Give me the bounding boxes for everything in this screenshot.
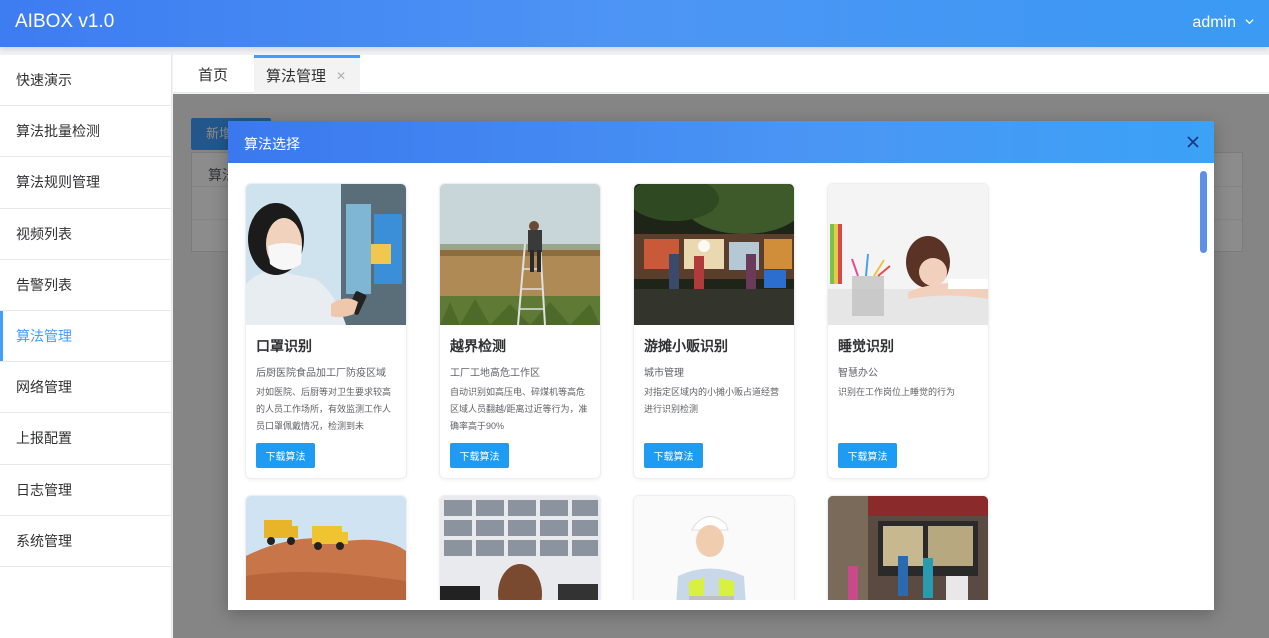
card-description: 识别在工作岗位上睡觉的行为 — [838, 387, 956, 397]
dump-trucks-on-dirt-image — [246, 496, 406, 600]
tab-algorithm-management[interactable]: 算法管理 ✕ — [254, 55, 361, 93]
tab-bar: 首页 算法管理 ✕ — [173, 55, 1269, 93]
algorithm-card-boundary: 越界检测 工厂工地高危工作区 自动识别如高压电、碎煤机等高危区域人员翻越/距离过… — [439, 183, 601, 479]
download-algorithm-button[interactable]: 下载算法 — [450, 443, 509, 468]
card-title: 游摊小贩识别 — [644, 338, 728, 354]
sidebar-item-report-config[interactable]: 上报配置 — [0, 413, 171, 465]
street-shop-scene-image — [828, 496, 988, 600]
algorithm-card — [439, 495, 601, 600]
card-description: 对如医院、后厨等对卫生要求较高的人员工作场所，有效监测工作人员口罩佩戴情况，检测… — [256, 387, 392, 431]
algorithm-card — [633, 495, 795, 600]
card-description: 对指定区域内的小摊小贩占道经营进行识别检测 — [644, 387, 780, 414]
close-icon[interactable]: ✕ — [336, 69, 346, 83]
dialog-title: 算法选择 — [244, 136, 300, 152]
card-title: 口罩识别 — [256, 338, 312, 354]
sidebar-item-label: 算法管理 — [16, 328, 72, 345]
algorithm-card-sleeping: 睡觉识别 智慧办公 识别在工作岗位上睡觉的行为 下载算法 — [827, 183, 989, 479]
chevron-down-icon — [1244, 14, 1255, 32]
algorithm-select-dialog: 算法选择 口罩识别 后厨医院食品加工厂防疫区域 对如医院、后厨等对卫生要求较高的… — [228, 121, 1214, 610]
tab-home[interactable]: 首页 — [198, 55, 228, 93]
card-title: 越界检测 — [450, 338, 506, 354]
sidebar-item-label: 视频列表 — [16, 225, 72, 242]
sidebar-item-quick-demo[interactable]: 快速演示 — [0, 55, 171, 107]
algorithm-card — [245, 495, 407, 600]
man-climbing-wall-image — [440, 184, 600, 325]
sidebar-item-label: 网络管理 — [16, 379, 72, 396]
algorithm-card — [827, 495, 989, 600]
card-title: 睡觉识别 — [838, 338, 894, 354]
card-subtitle: 工厂工地高危工作区 — [450, 368, 540, 379]
worker-in-hardhat-vest-image — [634, 496, 794, 600]
top-bar: AIBOX v1.0 admin — [0, 0, 1269, 47]
sidebar-item-algorithm-management[interactable]: 算法管理 — [0, 310, 171, 363]
sidebar-item-system-management[interactable]: 系统管理 — [0, 516, 171, 567]
algorithm-card-street-vendor: 游摊小贩识别 城市管理 对指定区域内的小摊小贩占道经营进行识别检测 下载算法 — [633, 183, 795, 479]
sidebar-item-label: 算法规则管理 — [16, 174, 100, 191]
sidebar-item-video-list[interactable]: 视频列表 — [0, 209, 171, 260]
user-name: admin — [1192, 14, 1236, 31]
algorithm-card-mask: 口罩识别 后厨医院食品加工厂防疫区域 对如医院、后厨等对卫生要求较高的人员工作场… — [245, 183, 407, 479]
sidebar-item-label: 上报配置 — [16, 430, 72, 447]
sidebar-item-log-management[interactable]: 日志管理 — [0, 465, 171, 516]
sidebar-item-rule-management[interactable]: 算法规则管理 — [0, 157, 171, 209]
dialog-body: 口罩识别 后厨医院食品加工厂防疫区域 对如医院、后厨等对卫生要求较高的人员工作场… — [228, 163, 1214, 600]
sidebar-item-batch-detection[interactable]: 算法批量检测 — [0, 106, 171, 158]
sidebar-item-label: 快速演示 — [16, 72, 72, 89]
dialog-footer — [228, 600, 1214, 610]
scrollbar-thumb[interactable] — [1200, 171, 1207, 253]
woman-sleeping-at-desk-image — [828, 184, 988, 325]
tab-label: 算法管理 — [266, 68, 327, 85]
sidebar-item-label: 日志管理 — [16, 481, 72, 498]
card-subtitle: 智慧办公 — [838, 368, 878, 379]
card-subtitle: 城市管理 — [644, 368, 684, 379]
download-algorithm-button[interactable]: 下载算法 — [256, 443, 315, 468]
sidebar-item-alarm-list[interactable]: 告警列表 — [0, 260, 171, 311]
card-subtitle: 后厨医院食品加工厂防疫区域 — [256, 368, 386, 379]
card-description: 自动识别如高压电、碎煤机等高危区域人员翻越/距离过近等行为，准确率高于90% — [450, 387, 588, 431]
sidebar: 快速演示 算法批量检测 算法规则管理 视频列表 告警列表 算法管理 网络管理 上… — [0, 55, 172, 638]
dialog-header: 算法选择 — [228, 121, 1214, 163]
sidebar-item-label: 系统管理 — [16, 532, 72, 549]
monitoring-room-screens-image — [440, 496, 600, 600]
user-menu[interactable]: admin — [1192, 14, 1255, 32]
sidebar-item-network-management[interactable]: 网络管理 — [0, 362, 171, 414]
tab-label: 首页 — [198, 66, 229, 84]
app-title: AIBOX v1.0 — [15, 11, 115, 32]
sidebar-item-label: 算法批量检测 — [16, 123, 100, 140]
night-street-vendors-image — [634, 184, 794, 325]
download-algorithm-button[interactable]: 下载算法 — [838, 443, 897, 468]
close-icon[interactable] — [1184, 133, 1202, 151]
download-algorithm-button[interactable]: 下载算法 — [644, 443, 703, 468]
woman-wearing-mask-image — [246, 184, 406, 325]
sidebar-item-label: 告警列表 — [16, 276, 72, 293]
